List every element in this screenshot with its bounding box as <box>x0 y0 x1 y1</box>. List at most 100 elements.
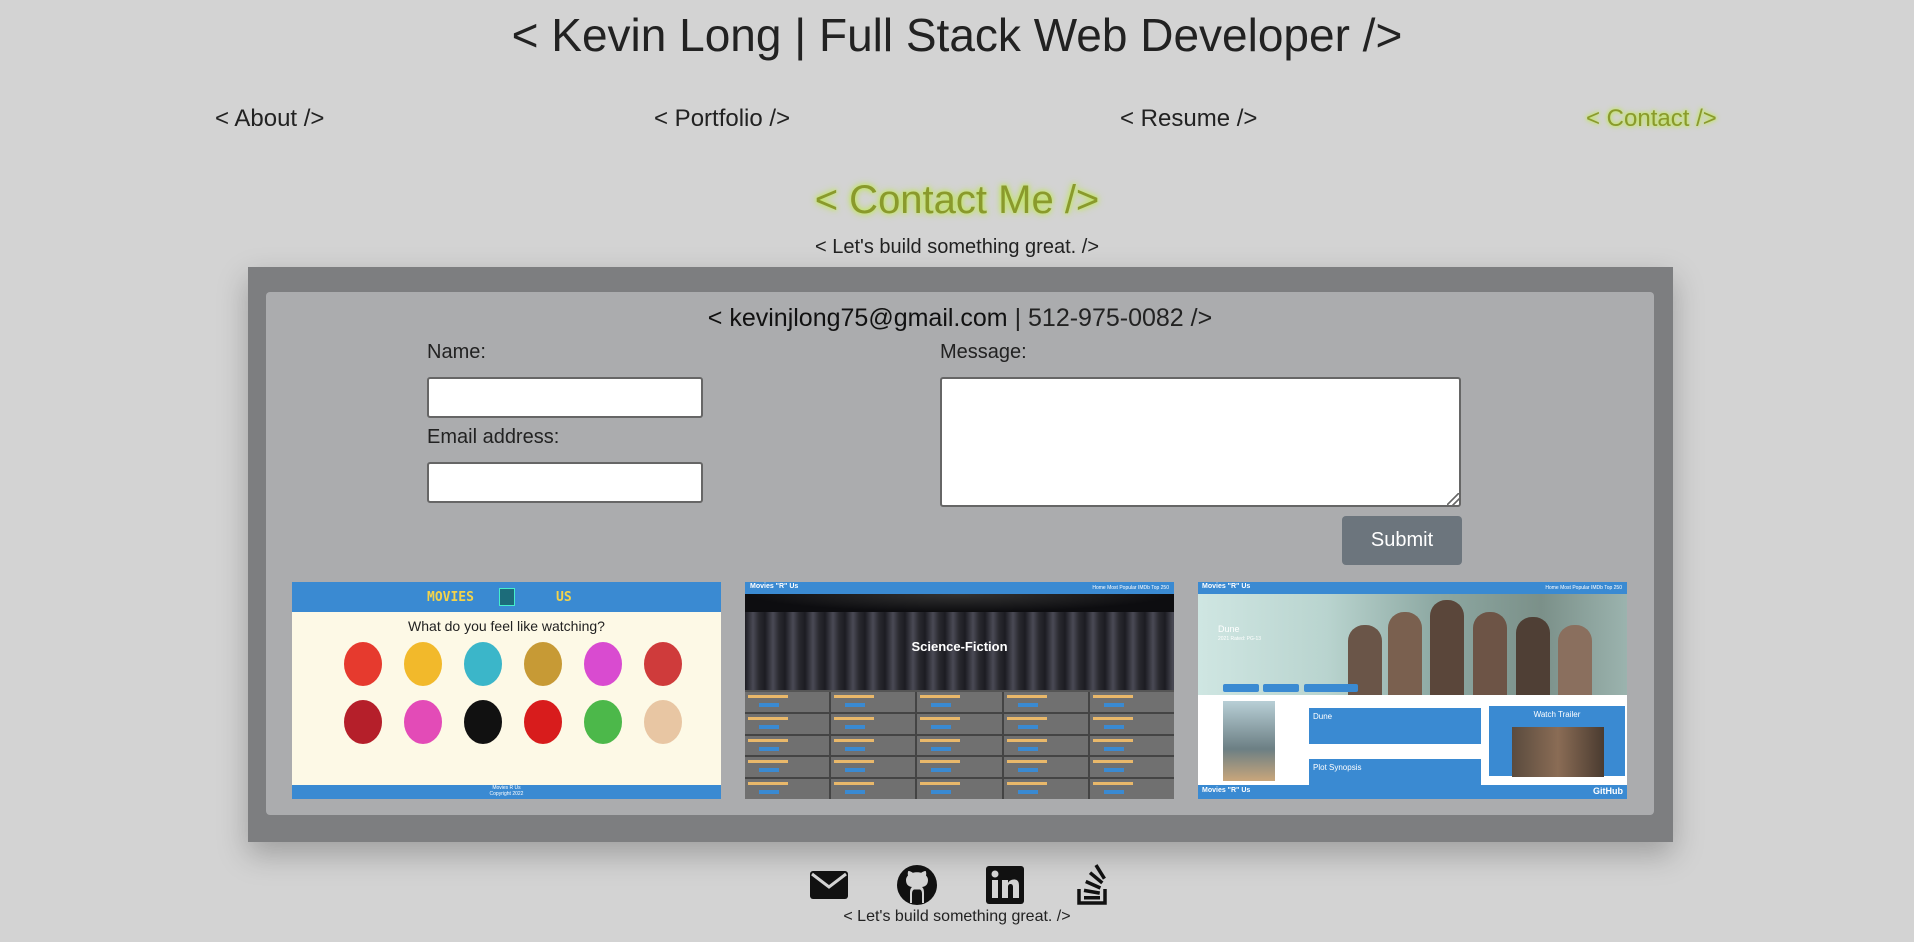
thumb-pill <box>1263 684 1299 692</box>
movie-card <box>745 713 830 734</box>
movie-card <box>1089 735 1174 756</box>
name-field[interactable] <box>427 377 703 418</box>
movie-card <box>745 779 830 799</box>
hero-figure <box>1473 612 1507 695</box>
stack-overflow-icon[interactable] <box>1071 863 1115 907</box>
github-icon[interactable] <box>895 863 939 907</box>
genre-drama-icon <box>524 642 562 686</box>
portfolio-thumbnail-2[interactable]: Movies "R" Us Home Most Popular IMDb Top… <box>745 582 1174 799</box>
movie-card <box>831 757 916 778</box>
thumb-info-card: Dune <box>1309 708 1481 744</box>
message-field[interactable] <box>940 377 1461 507</box>
movie-card <box>745 692 830 712</box>
movie-card <box>1003 735 1088 756</box>
contact-tagline: < Let's build something great. /> <box>815 236 1099 258</box>
thumb-logo-right: US <box>556 590 572 605</box>
thumb-footer-brand: Movies "R" Us <box>1202 787 1251 794</box>
contact-heading: < Contact Me /> <box>814 178 1100 222</box>
thumb-navbar: Movies "R" Us Home Most Popular IMDb Top… <box>745 582 1174 594</box>
thumb-nav-links: Home Most Popular IMDb Top 250 <box>1092 585 1169 591</box>
genre-music-icon <box>404 700 442 744</box>
phone-number: 512-975-0082 <box>1028 304 1184 332</box>
movie-card <box>1089 713 1174 734</box>
main-nav: < About /> < Portfolio /> < Resume /> < … <box>0 105 1914 135</box>
footer-tagline: < Let's build something great. /> <box>843 908 1071 925</box>
thumb-logo-icon <box>499 588 515 606</box>
thumb-question: What do you feel like watching? <box>408 618 605 634</box>
movie-card <box>831 735 916 756</box>
textarea-resize-handle[interactable] <box>1447 493 1459 505</box>
thumb-card-title: Dune <box>1313 712 1333 721</box>
thumb-footer-github: GitHub <box>1593 786 1623 796</box>
genre-western-icon <box>644 700 682 744</box>
thumb-footer: Movies R Us Copyright 2022 <box>292 785 721 799</box>
email-label: Email address: <box>427 426 560 448</box>
nav-portfolio[interactable]: < Portfolio /> <box>654 105 790 133</box>
nav-about[interactable]: < About /> <box>215 105 324 133</box>
contact-separator: | <box>1007 304 1029 332</box>
movie-card <box>831 713 916 734</box>
contact-info: < kevinjlong75@gmail.com | 512-975-0082 … <box>266 304 1654 333</box>
movie-card <box>917 779 1002 799</box>
genre-romance-icon <box>524 700 562 744</box>
name-label: Name: <box>427 341 486 363</box>
genre-history-icon <box>644 642 682 686</box>
thumb-movie-subtitle: 2021 Rated: PG-13 <box>1218 636 1262 642</box>
thumb-trailer-title: Watch Trailer <box>1533 710 1581 719</box>
movie-card <box>745 735 830 756</box>
thumb-movie-title: Dune <box>1218 624 1240 634</box>
movie-card <box>1003 713 1088 734</box>
thumb-footer: Movies "R" Us GitHub <box>1198 785 1627 799</box>
hero-figure <box>1430 600 1464 695</box>
message-label: Message: <box>940 341 1027 363</box>
email-address: kevinjlong75@gmail.com <box>729 304 1008 332</box>
thumb-pill <box>1304 684 1358 692</box>
thumb-trailer-image <box>1512 727 1604 777</box>
thumb-synopsis-title: Plot Synopsis <box>1313 763 1362 772</box>
thumb-brand: Movies "R" Us <box>750 583 799 590</box>
movie-card <box>1003 779 1088 799</box>
movie-card <box>917 713 1002 734</box>
contact-card: < kevinjlong75@gmail.com | 512-975-0082 … <box>266 292 1654 815</box>
movie-card <box>831 692 916 712</box>
genre-thriller-icon <box>344 700 382 744</box>
hero-figure <box>1516 617 1550 695</box>
envelope-icon[interactable] <box>807 863 851 907</box>
movie-card <box>917 735 1002 756</box>
contact-line-prefix: < <box>707 304 730 332</box>
thumb-brand: Movies "R" Us <box>1202 583 1251 590</box>
genre-scifi-icon <box>584 700 622 744</box>
nav-resume[interactable]: < Resume /> <box>1120 105 1257 133</box>
genre-fantasy-icon <box>584 642 622 686</box>
genre-comedy-icon <box>404 642 442 686</box>
hero-figure <box>1558 625 1592 695</box>
contact-line-suffix: /> <box>1183 304 1213 332</box>
site-title: < Kevin Long | Full Stack Web Developer … <box>511 9 1403 61</box>
movie-card <box>1089 779 1174 799</box>
movie-card <box>1089 692 1174 712</box>
thumb-curtain-top <box>745 594 1174 612</box>
contact-panel: < kevinjlong75@gmail.com | 512-975-0082 … <box>248 267 1673 842</box>
genre-horror-icon <box>464 642 502 686</box>
genre-action-icon <box>344 642 382 686</box>
thumb-pill <box>1223 684 1259 692</box>
submit-button[interactable]: Submit <box>1342 516 1462 565</box>
thumb-nav-links: Home Most Popular IMDb Top 250 <box>1545 585 1622 591</box>
movie-card <box>917 757 1002 778</box>
nav-contact[interactable]: < Contact /> <box>1586 105 1717 133</box>
genre-mystery-icon <box>464 700 502 744</box>
email-field[interactable] <box>427 462 703 503</box>
portfolio-thumbnail-3[interactable]: Movies "R" Us Home Most Popular IMDb Top… <box>1198 582 1627 799</box>
linkedin-icon[interactable] <box>983 863 1027 907</box>
thumb-footer-copyright: Copyright 2022 <box>489 791 524 797</box>
thumb-movie-grid <box>745 692 1174 799</box>
movie-card <box>917 692 1002 712</box>
movie-card <box>1089 757 1174 778</box>
movie-card <box>831 779 916 799</box>
movie-card <box>1003 757 1088 778</box>
portfolio-thumbnail-1[interactable]: MOVIES US What do you feel like watching… <box>292 582 721 799</box>
movie-card <box>1003 692 1088 712</box>
hero-figure <box>1388 612 1422 695</box>
thumb-navbar: Movies "R" Us Home Most Popular IMDb Top… <box>1198 582 1627 594</box>
thumb-genre-banner: Science-Fiction <box>911 639 1008 654</box>
